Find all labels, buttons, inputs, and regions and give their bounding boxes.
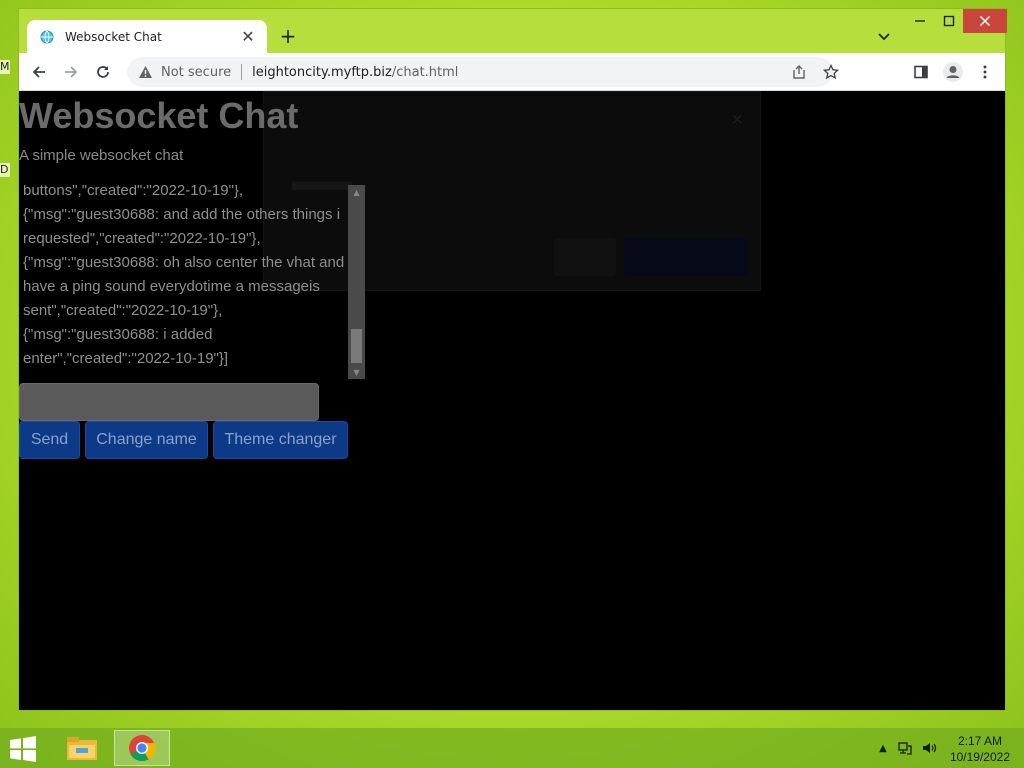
faded-modal-button bbox=[624, 238, 748, 276]
minimize-button[interactable] bbox=[905, 9, 935, 33]
chevron-up-icon[interactable]: ▲ bbox=[874, 739, 892, 757]
url-path[interactable]: /chat.html bbox=[392, 65, 459, 80]
taskbar: ▲ 2:17 AM 10/19/2022 bbox=[0, 728, 1024, 768]
reload-icon[interactable] bbox=[91, 60, 115, 84]
profile-avatar-icon[interactable] bbox=[941, 60, 965, 84]
change-name-button[interactable]: Change name bbox=[85, 421, 208, 459]
file-explorer-icon[interactable] bbox=[54, 730, 110, 766]
theme-changer-button[interactable]: Theme changer bbox=[213, 421, 348, 459]
page-title: Websocket Chat bbox=[19, 95, 299, 136]
chat-log-box[interactable]: buttons","created":"2022-10-19"},{"msg":… bbox=[19, 185, 365, 379]
warning-icon[interactable] bbox=[137, 64, 153, 80]
tab-strip: Websocket Chat ✕ + bbox=[19, 9, 1007, 53]
new-tab-button[interactable]: + bbox=[277, 26, 299, 48]
windows-start-icon[interactable] bbox=[8, 736, 38, 762]
address-divider bbox=[241, 64, 243, 80]
speaker-icon[interactable] bbox=[920, 739, 938, 757]
page-viewport: ✕ Websocket Chat A simple websocket chat… bbox=[19, 91, 1005, 710]
security-status[interactable]: Not secure bbox=[161, 65, 231, 80]
clock-date: 10/19/2022 bbox=[949, 750, 1010, 764]
globe-icon bbox=[39, 29, 55, 45]
faded-modal-button bbox=[554, 238, 616, 276]
message-input[interactable] bbox=[19, 383, 319, 421]
taskbar-clock[interactable]: 2:17 AM 10/19/2022 bbox=[950, 733, 1010, 765]
address-bar[interactable]: Not secure leightoncity.myftp.biz /chat.… bbox=[127, 57, 839, 87]
page-subtitle: A simple websocket chat bbox=[19, 147, 184, 164]
scrollbar-thumb[interactable] bbox=[351, 329, 362, 363]
url-host[interactable]: leightoncity.myftp.biz bbox=[252, 65, 392, 80]
desktop-icon-edge[interactable]: D bbox=[0, 163, 10, 177]
chevron-down-icon[interactable] bbox=[875, 27, 893, 45]
send-button[interactable]: Send bbox=[19, 421, 80, 459]
chat-log-text: buttons","created":"2022-10-19"},{"msg":… bbox=[23, 185, 349, 367]
close-icon: ✕ bbox=[730, 110, 744, 129]
close-icon[interactable]: ✕ bbox=[239, 27, 257, 46]
network-icon[interactable] bbox=[896, 739, 914, 757]
desktop-icon-edge[interactable]: M bbox=[0, 60, 10, 74]
scroll-down-icon[interactable]: ▼ bbox=[348, 365, 365, 379]
browser-toolbar: Not secure leightoncity.myftp.biz /chat.… bbox=[19, 53, 1005, 91]
more-menu-icon[interactable] bbox=[973, 60, 997, 84]
maximize-button[interactable] bbox=[935, 9, 963, 33]
bookmark-star-icon[interactable] bbox=[823, 64, 839, 80]
scroll-up-icon[interactable]: ▲ bbox=[348, 185, 365, 199]
forward-arrow-icon[interactable] bbox=[59, 60, 83, 84]
share-icon[interactable] bbox=[791, 64, 807, 80]
tab-title: Websocket Chat bbox=[65, 29, 162, 44]
clock-time: 2:17 AM bbox=[957, 734, 1002, 748]
back-arrow-icon[interactable] bbox=[27, 60, 51, 84]
chrome-icon[interactable] bbox=[114, 730, 170, 766]
side-panel-icon[interactable] bbox=[909, 60, 933, 84]
chat-scrollbar[interactable]: ▲ ▼ bbox=[348, 185, 365, 379]
window-close-button[interactable] bbox=[963, 9, 1007, 33]
browser-window: Websocket Chat ✕ + Not secure leightonci… bbox=[18, 8, 1007, 711]
browser-tab[interactable]: Websocket Chat ✕ bbox=[27, 20, 267, 53]
